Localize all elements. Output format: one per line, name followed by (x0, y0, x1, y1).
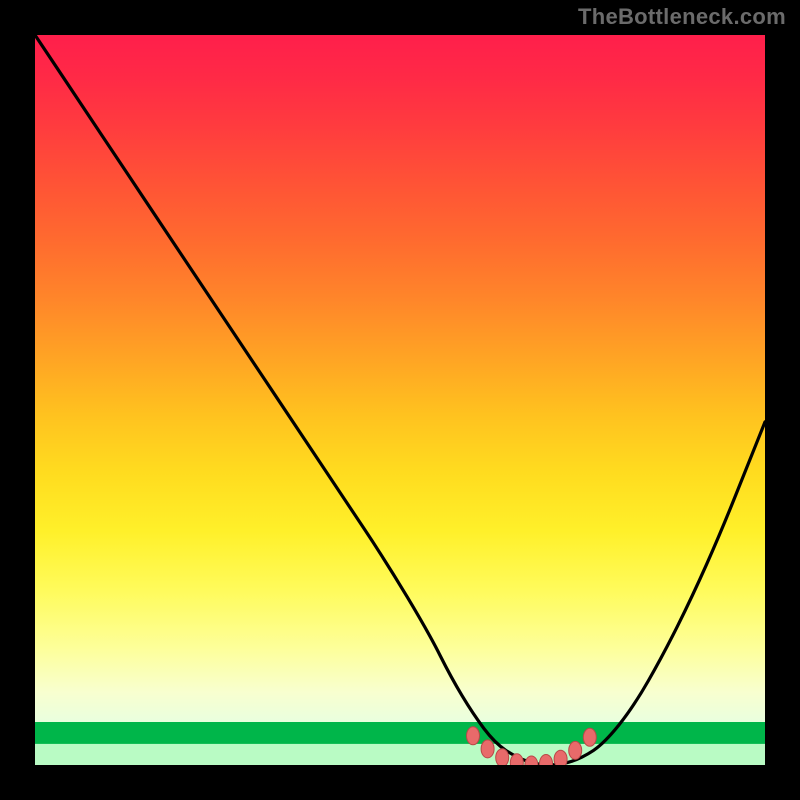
optimal-marker (481, 740, 494, 758)
watermark-text: TheBottleneck.com (578, 4, 786, 30)
optimal-marker (496, 749, 509, 765)
optimal-marker (583, 728, 596, 746)
plot-area (35, 35, 765, 765)
optimal-marker (525, 756, 538, 765)
optimal-marker (467, 727, 480, 745)
optimal-marker (569, 741, 582, 759)
bottleneck-curve (35, 35, 765, 765)
optimal-marker (540, 755, 553, 766)
curve-layer (35, 35, 765, 765)
optimal-marker (554, 750, 567, 765)
chart-frame: TheBottleneck.com (0, 0, 800, 800)
